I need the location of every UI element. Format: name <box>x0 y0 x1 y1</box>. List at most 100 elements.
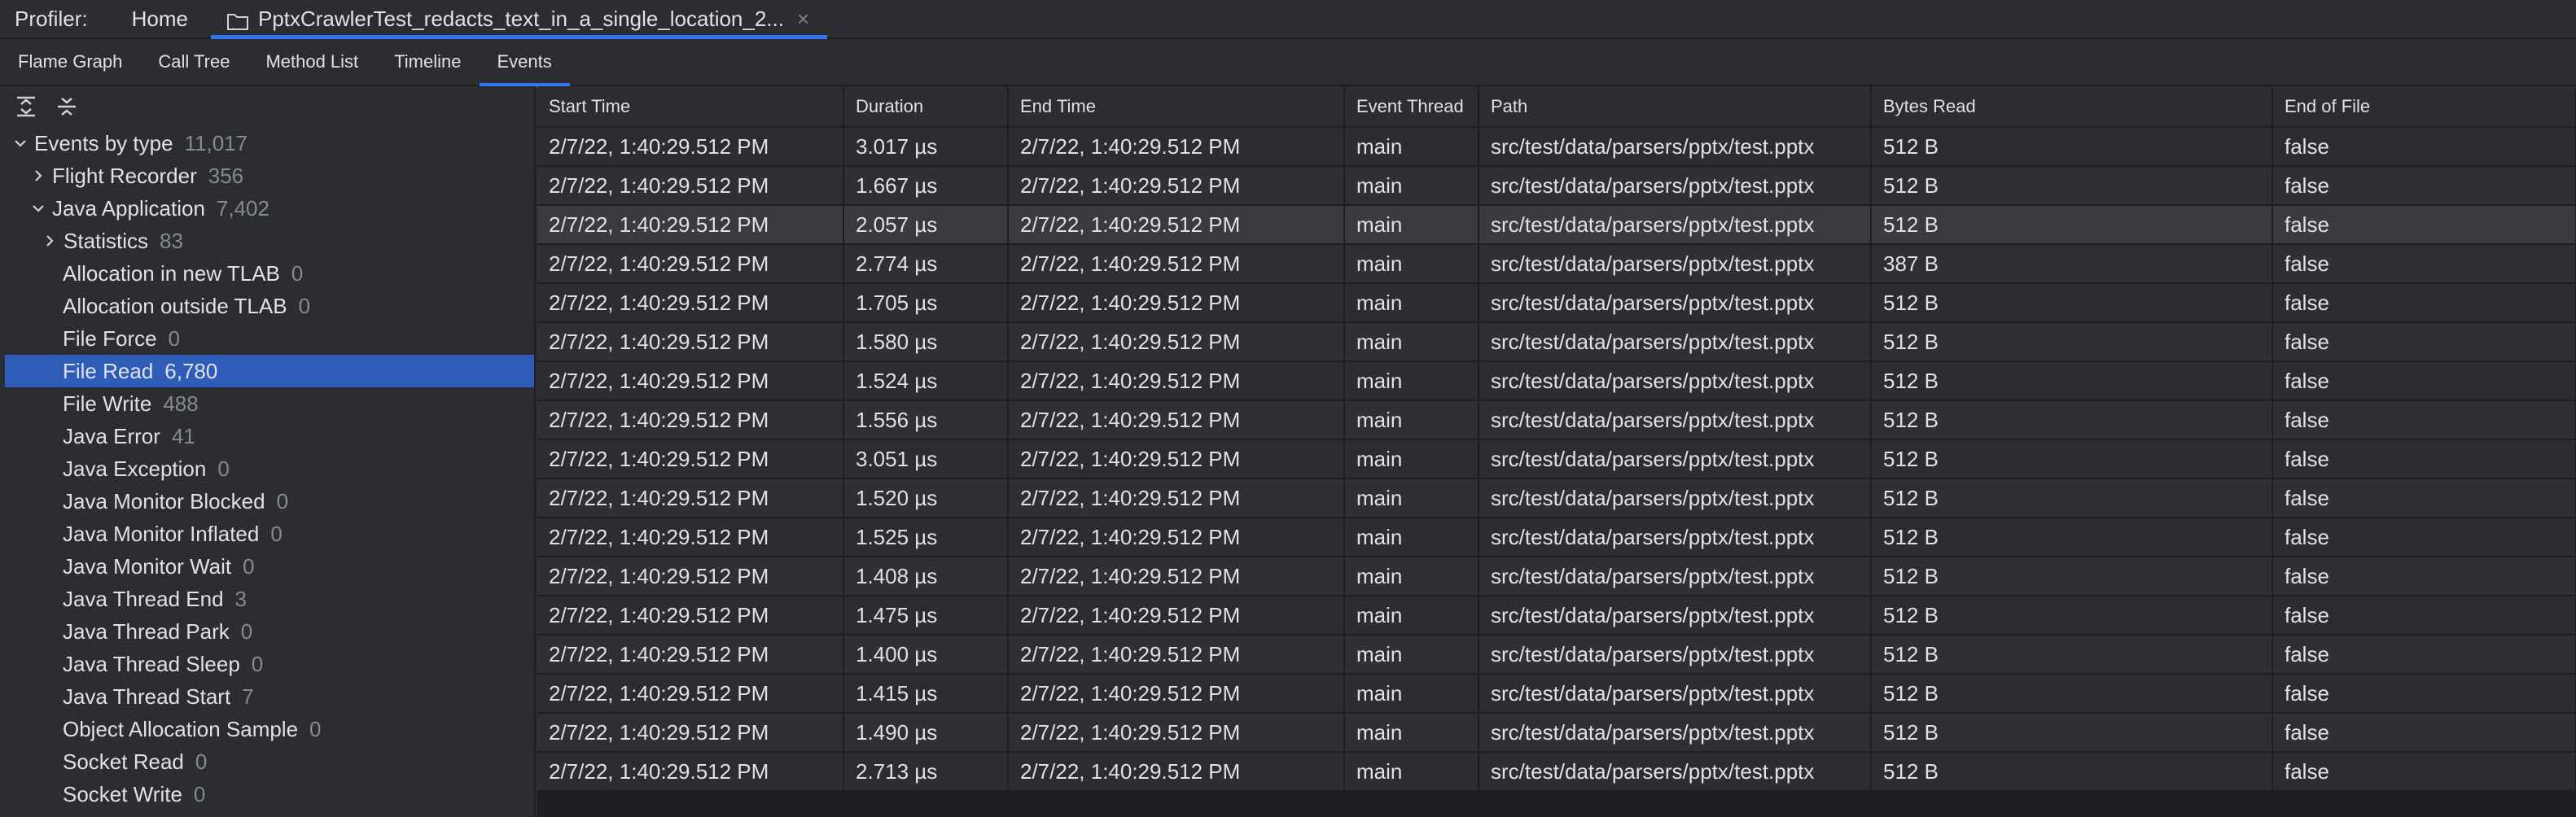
table-row[interactable]: 2/7/22, 1:40:29.512 PM 3.017 µs 2/7/22, 1:… <box>537 127 2576 167</box>
table-row[interactable]: 2/7/22, 1:40:29.512 PM 1.580 µs 2/7/22, 1:… <box>537 322 2576 362</box>
cell-event-thread: main <box>1344 439 1479 479</box>
table-row[interactable]: 2/7/22, 1:40:29.512 PM 3.051 µs 2/7/22, 1:… <box>537 439 2576 479</box>
tree-item[interactable]: Flight Recorder 356 <box>0 159 534 192</box>
table-row[interactable]: 2/7/22, 1:40:29.512 PM 1.520 µs 2/7/22, 1:… <box>537 478 2576 518</box>
tree-item-count: 0 <box>270 521 283 546</box>
chevron-right-icon[interactable] <box>29 169 47 182</box>
cell-duration: 2.774 µs <box>843 244 1009 284</box>
cell-end-of-file: false <box>2272 205 2576 245</box>
cell-event-thread: main <box>1344 361 1479 401</box>
cell-end-of-file: false <box>2272 752 2576 792</box>
tree-item-count: 7,402 <box>216 195 269 221</box>
tree-item[interactable]: Java Error 41 <box>0 420 534 452</box>
cell-end-time: 2/7/22, 1:40:29.512 PM <box>1008 557 1345 596</box>
cell-path: src/test/data/parsers/pptx/test.pptx <box>1479 361 1872 401</box>
column-header-end-of-file[interactable]: End of File <box>2272 86 2576 128</box>
cell-event-thread: main <box>1344 205 1479 245</box>
close-icon[interactable]: × <box>797 7 809 32</box>
tree-item[interactable]: Allocation outside TLAB 0 <box>0 290 534 322</box>
tab-timeline[interactable]: Timeline <box>376 38 479 85</box>
tree-item[interactable]: File Write 488 <box>0 387 534 420</box>
tree-item[interactable]: Java Monitor Wait 0 <box>0 550 534 583</box>
column-header-start-time[interactable]: Start Time <box>537 86 844 128</box>
table-row[interactable]: 2/7/22, 1:40:29.512 PM 1.705 µs 2/7/22, 1:… <box>537 283 2576 323</box>
cell-duration: 2.713 µs <box>843 752 1009 792</box>
tree-item[interactable]: File Force 0 <box>0 322 534 355</box>
tree-item[interactable]: Java Monitor Blocked 0 <box>0 485 534 518</box>
cell-event-thread: main <box>1344 518 1479 557</box>
column-header-end-time[interactable]: End Time <box>1008 86 1345 128</box>
tree-item[interactable]: Socket Read 0 <box>0 745 534 778</box>
tree-item-label: Java Application <box>52 195 205 221</box>
cell-start-time: 2/7/22, 1:40:29.512 PM <box>537 674 844 714</box>
tab-home[interactable]: Home <box>120 7 199 32</box>
table-row[interactable]: 2/7/22, 1:40:29.512 PM 1.415 µs 2/7/22, 1:… <box>537 674 2576 714</box>
tree-item-label: Object Allocation Sample <box>63 716 299 741</box>
tree-item[interactable]: Java Thread Park 0 <box>0 615 534 648</box>
tree-item-label: Java Thread End <box>63 586 224 611</box>
tree-item-count: 0 <box>168 325 181 351</box>
tree-item[interactable]: Java Application 7,402 <box>0 192 534 225</box>
column-header-event-thread[interactable]: Event Thread <box>1344 86 1479 128</box>
cell-path: src/test/data/parsers/pptx/test.pptx <box>1479 439 1872 479</box>
expand-all-icon[interactable] <box>15 95 37 118</box>
table-row[interactable]: 2/7/22, 1:40:29.512 PM 1.667 µs 2/7/22, 1:… <box>537 166 2576 206</box>
tab-method-list[interactable]: Method List <box>248 38 376 85</box>
tree-item[interactable]: Events by type 11,017 <box>0 127 534 159</box>
cell-end-time: 2/7/22, 1:40:29.512 PM <box>1008 674 1345 714</box>
chevron-down-icon[interactable] <box>29 203 47 213</box>
cell-end-of-file: false <box>2272 557 2576 596</box>
chevron-down-icon[interactable] <box>11 138 29 148</box>
table-row[interactable]: 2/7/22, 1:40:29.512 PM 1.556 µs 2/7/22, 1:… <box>537 400 2576 440</box>
cell-event-thread: main <box>1344 596 1479 636</box>
table-row[interactable]: 2/7/22, 1:40:29.512 PM 2.057 µs 2/7/22, 1:… <box>537 205 2576 245</box>
tree-item[interactable]: Java Exception 0 <box>0 452 534 485</box>
tree-item[interactable]: Java Thread End 3 <box>0 583 534 615</box>
cell-end-of-file: false <box>2272 713 2576 753</box>
profiler-header: Profiler: Home PptxCrawlerTest_redacts_t… <box>0 0 2576 40</box>
tree-item[interactable]: Socket Write 0 <box>0 778 534 810</box>
table-row[interactable]: 2/7/22, 1:40:29.512 PM 2.774 µs 2/7/22, 1:… <box>537 244 2576 284</box>
cell-end-time: 2/7/22, 1:40:29.512 PM <box>1008 752 1345 792</box>
tab-flame-graph[interactable]: Flame Graph <box>0 38 140 85</box>
column-header-bytes-read[interactable]: Bytes Read <box>1871 86 2273 128</box>
tree-item[interactable]: Java Monitor Inflated 0 <box>0 518 534 550</box>
column-header-path[interactable]: Path <box>1479 86 1872 128</box>
tree-item[interactable]: Java Thread Sleep 0 <box>0 648 534 680</box>
cell-start-time: 2/7/22, 1:40:29.512 PM <box>537 518 844 557</box>
table-row[interactable]: 2/7/22, 1:40:29.512 PM 1.490 µs 2/7/22, 1:… <box>537 713 2576 753</box>
tab-recording-file[interactable]: PptxCrawlerTest_redacts_text_in_a_single… <box>210 0 828 40</box>
chevron-right-icon[interactable] <box>41 234 59 247</box>
tree-item[interactable]: Object Allocation Sample 0 <box>0 713 534 745</box>
cell-start-time: 2/7/22, 1:40:29.512 PM <box>537 361 844 401</box>
tree-item-label: File Write <box>63 391 152 416</box>
cell-event-thread: main <box>1344 283 1479 323</box>
cell-duration: 1.408 µs <box>843 557 1009 596</box>
cell-end-time: 2/7/22, 1:40:29.512 PM <box>1008 518 1345 557</box>
cell-bytes-read: 512 B <box>1871 674 2273 714</box>
table-row[interactable]: 2/7/22, 1:40:29.512 PM 1.408 µs 2/7/22, 1:… <box>537 557 2576 596</box>
tree-item-count: 6,780 <box>164 358 218 383</box>
tree-item[interactable]: Statistics 83 <box>0 225 534 257</box>
tree-item[interactable]: File Read 6,780 <box>5 355 534 387</box>
tree-item[interactable]: Allocation in new TLAB 0 <box>0 257 534 290</box>
tree-item[interactable]: Java Thread Start 7 <box>0 680 534 713</box>
table-row[interactable]: 2/7/22, 1:40:29.512 PM 2.713 µs 2/7/22, 1:… <box>537 752 2576 792</box>
table-row[interactable]: 2/7/22, 1:40:29.512 PM 1.400 µs 2/7/22, 1:… <box>537 635 2576 675</box>
tree-item-count: 0 <box>298 293 311 318</box>
table-row[interactable]: 2/7/22, 1:40:29.512 PM 1.475 µs 2/7/22, 1:… <box>537 596 2576 636</box>
cell-end-of-file: false <box>2272 244 2576 284</box>
column-header-duration[interactable]: Duration <box>843 86 1009 128</box>
tab-call-tree[interactable]: Call Tree <box>140 38 248 85</box>
cell-start-time: 2/7/22, 1:40:29.512 PM <box>537 596 844 636</box>
cell-end-of-file: false <box>2272 478 2576 518</box>
tree-item-count: 0 <box>251 651 264 676</box>
tab-events[interactable]: Events <box>479 38 571 87</box>
cell-path: src/test/data/parsers/pptx/test.pptx <box>1479 478 1872 518</box>
cell-end-of-file: false <box>2272 283 2576 323</box>
cell-start-time: 2/7/22, 1:40:29.512 PM <box>537 322 844 362</box>
table-row[interactable]: 2/7/22, 1:40:29.512 PM 1.524 µs 2/7/22, 1:… <box>537 361 2576 401</box>
tab-recording-file-label: PptxCrawlerTest_redacts_text_in_a_single… <box>257 6 784 31</box>
table-row[interactable]: 2/7/22, 1:40:29.512 PM 1.525 µs 2/7/22, 1:… <box>537 518 2576 557</box>
collapse-all-icon[interactable] <box>55 95 78 118</box>
